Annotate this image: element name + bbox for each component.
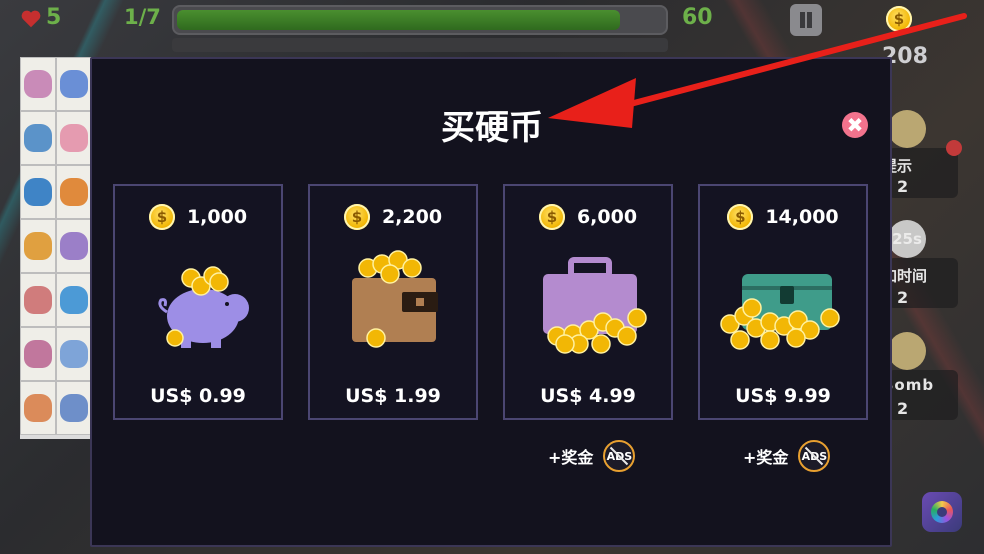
board-tile[interactable] bbox=[20, 327, 56, 381]
lives-count: 5 bbox=[46, 5, 62, 30]
pack-price: US$ 1.99 bbox=[345, 385, 441, 407]
dialog-title: 买硬币 bbox=[441, 108, 543, 148]
bonus-tag: +奖金 ADS bbox=[743, 440, 831, 472]
coin-pack-card[interactable]: $2,200 US$ 1.99 bbox=[308, 184, 478, 420]
hint-count: 2 bbox=[897, 177, 909, 196]
pack-price: US$ 9.99 bbox=[735, 385, 831, 407]
coin-pack-card[interactable]: $14,000 US$ 9.99 bbox=[698, 184, 868, 420]
no-ads-icon: ADS bbox=[603, 440, 636, 472]
time-progress-fill bbox=[177, 10, 620, 30]
board-tile[interactable] bbox=[56, 381, 92, 435]
top-hud: 5 1/7 60 $ 208 bbox=[0, 0, 984, 69]
bomb-icon[interactable] bbox=[888, 332, 926, 370]
treasure-chest-icon bbox=[720, 274, 840, 350]
bonus-label: +奖金 bbox=[743, 448, 789, 467]
bonus-label: +奖金 bbox=[548, 448, 594, 467]
wallet-icon bbox=[352, 250, 438, 348]
coin-pack-card[interactable]: $1,000 US$ 0.99 bbox=[113, 184, 283, 420]
pack-amount: 14,000 bbox=[765, 206, 839, 228]
no-ads-icon: ADS bbox=[798, 440, 831, 472]
animal-tile-icon bbox=[24, 70, 52, 98]
close-button[interactable]: ✖ bbox=[842, 112, 868, 138]
board-tile[interactable] bbox=[20, 273, 56, 327]
pack-price: US$ 0.99 bbox=[150, 385, 246, 407]
coin-icon: $ bbox=[727, 204, 754, 230]
add-time-badge: 25s bbox=[892, 230, 922, 248]
coin-icon: $ bbox=[343, 204, 370, 230]
animal-tile-icon bbox=[60, 286, 88, 314]
secondary-bar bbox=[172, 38, 668, 52]
board-tile[interactable] bbox=[20, 219, 56, 273]
coin-icon: $ bbox=[148, 204, 175, 230]
animal-tile-icon bbox=[24, 286, 52, 314]
animal-tile-icon bbox=[60, 394, 88, 422]
animal-tile-icon bbox=[60, 70, 88, 98]
time-progress-bar bbox=[172, 5, 668, 35]
animal-tile-icon bbox=[24, 394, 52, 422]
board-tile[interactable] bbox=[56, 327, 92, 381]
heart-icon bbox=[21, 10, 41, 28]
animal-tile-icon bbox=[60, 340, 88, 368]
coin-pack-card[interactable]: $6,000 US$ 4.99 bbox=[503, 184, 673, 420]
piggy-bank-icon bbox=[158, 266, 249, 348]
coin-icon: $ bbox=[886, 6, 912, 32]
coin-icon: $ bbox=[538, 204, 565, 230]
board-tile[interactable] bbox=[56, 273, 92, 327]
bonus-tag: +奖金 ADS bbox=[548, 440, 636, 472]
pack-price: US$ 4.99 bbox=[540, 385, 636, 407]
animal-tile-icon bbox=[60, 232, 88, 260]
pause-button[interactable] bbox=[790, 4, 822, 36]
pack-amount: 6,000 bbox=[576, 206, 638, 228]
board-tile[interactable] bbox=[56, 219, 92, 273]
board-tile[interactable] bbox=[56, 165, 92, 219]
timer-value: 60 bbox=[682, 5, 713, 30]
board-tile[interactable] bbox=[20, 381, 56, 435]
animal-tile-icon bbox=[60, 178, 88, 206]
board-tile[interactable] bbox=[20, 165, 56, 219]
briefcase-icon bbox=[543, 257, 647, 354]
animal-tile-icon bbox=[24, 340, 52, 368]
animal-tile-icon bbox=[24, 178, 52, 206]
bomb-count: 2 bbox=[897, 399, 909, 418]
pack-amount: 2,200 bbox=[381, 206, 443, 228]
stopwatch-icon[interactable]: 25s bbox=[888, 220, 926, 258]
add-time-count: 2 bbox=[897, 288, 909, 307]
game-center-icon[interactable] bbox=[922, 492, 962, 532]
level-indicator: 1/7 bbox=[124, 5, 161, 29]
pack-amount: 1,000 bbox=[186, 206, 248, 228]
animal-tile-icon bbox=[24, 232, 52, 260]
